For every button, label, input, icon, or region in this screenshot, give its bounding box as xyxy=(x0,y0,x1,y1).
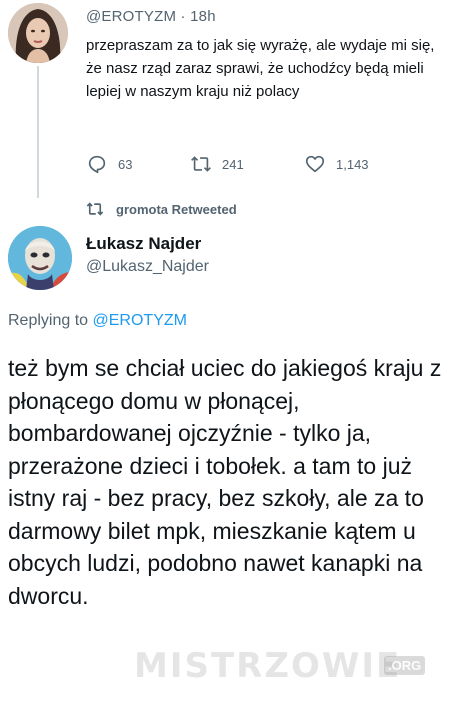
reply-icon xyxy=(88,155,106,174)
retweeted-by-label: gromota Retweeted xyxy=(116,201,237,217)
like-count: 1,143 xyxy=(336,156,369,172)
watermark-suffix: .ORG xyxy=(384,656,426,675)
profile-photo xyxy=(8,3,68,63)
author-handle[interactable]: @EROTYZM xyxy=(86,8,176,25)
retweet-context[interactable]: gromota Retweeted xyxy=(86,200,237,218)
retweet-count: 241 xyxy=(222,156,244,172)
tweet-text: przepraszam za to jak się wyrażę, ale wy… xyxy=(86,37,435,100)
replying-to-link[interactable]: @EROTYZM xyxy=(93,312,187,329)
like-button[interactable]: 1,143 xyxy=(304,153,369,175)
watermark: MISTRZOWIE xyxy=(134,646,402,686)
heart-icon xyxy=(305,155,325,173)
avatar[interactable] xyxy=(8,3,68,63)
reply-button[interactable]: 63 xyxy=(86,153,132,175)
retweet-icon xyxy=(86,202,104,216)
tweet-text: też bym se chciał uciec do jakiegoś kraj… xyxy=(8,355,442,609)
profile-photo xyxy=(8,226,72,290)
thread-line xyxy=(37,66,39,198)
separator: · xyxy=(180,8,186,25)
author-name[interactable]: Łukasz Najder xyxy=(86,234,201,254)
tweet-header: @EROTYZM · 18h xyxy=(86,8,216,25)
replying-prefix: Replying to xyxy=(8,312,89,329)
original-tweet: @EROTYZM · 18h przepraszam za to jak się… xyxy=(0,0,457,200)
replying-to: Replying to @EROTYZM xyxy=(8,312,187,330)
retweet-icon xyxy=(191,156,211,172)
avatar[interactable] xyxy=(8,226,72,290)
retweet-button[interactable]: 241 xyxy=(190,153,244,175)
author-handle[interactable]: @Lukasz_Najder xyxy=(86,258,209,276)
timestamp[interactable]: 18h xyxy=(190,8,216,25)
action-bar: 63 241 1,143 xyxy=(86,153,416,175)
reply-count: 63 xyxy=(118,156,133,172)
